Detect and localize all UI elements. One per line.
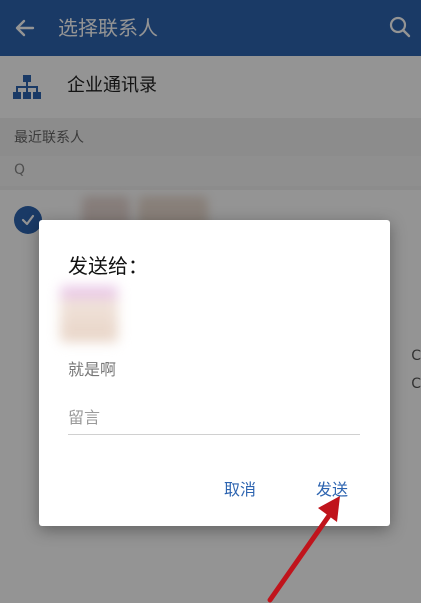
- dialog-title: 发送给：: [68, 254, 148, 278]
- cancel-button[interactable]: 取消: [220, 474, 260, 502]
- send-to-dialog: 发送给： 就是啊 取消 发送: [39, 220, 390, 526]
- send-button[interactable]: 发送: [312, 474, 352, 502]
- recipient-avatar: [60, 286, 118, 342]
- remark-input[interactable]: [68, 400, 360, 435]
- message-preview: 就是啊: [68, 360, 117, 379]
